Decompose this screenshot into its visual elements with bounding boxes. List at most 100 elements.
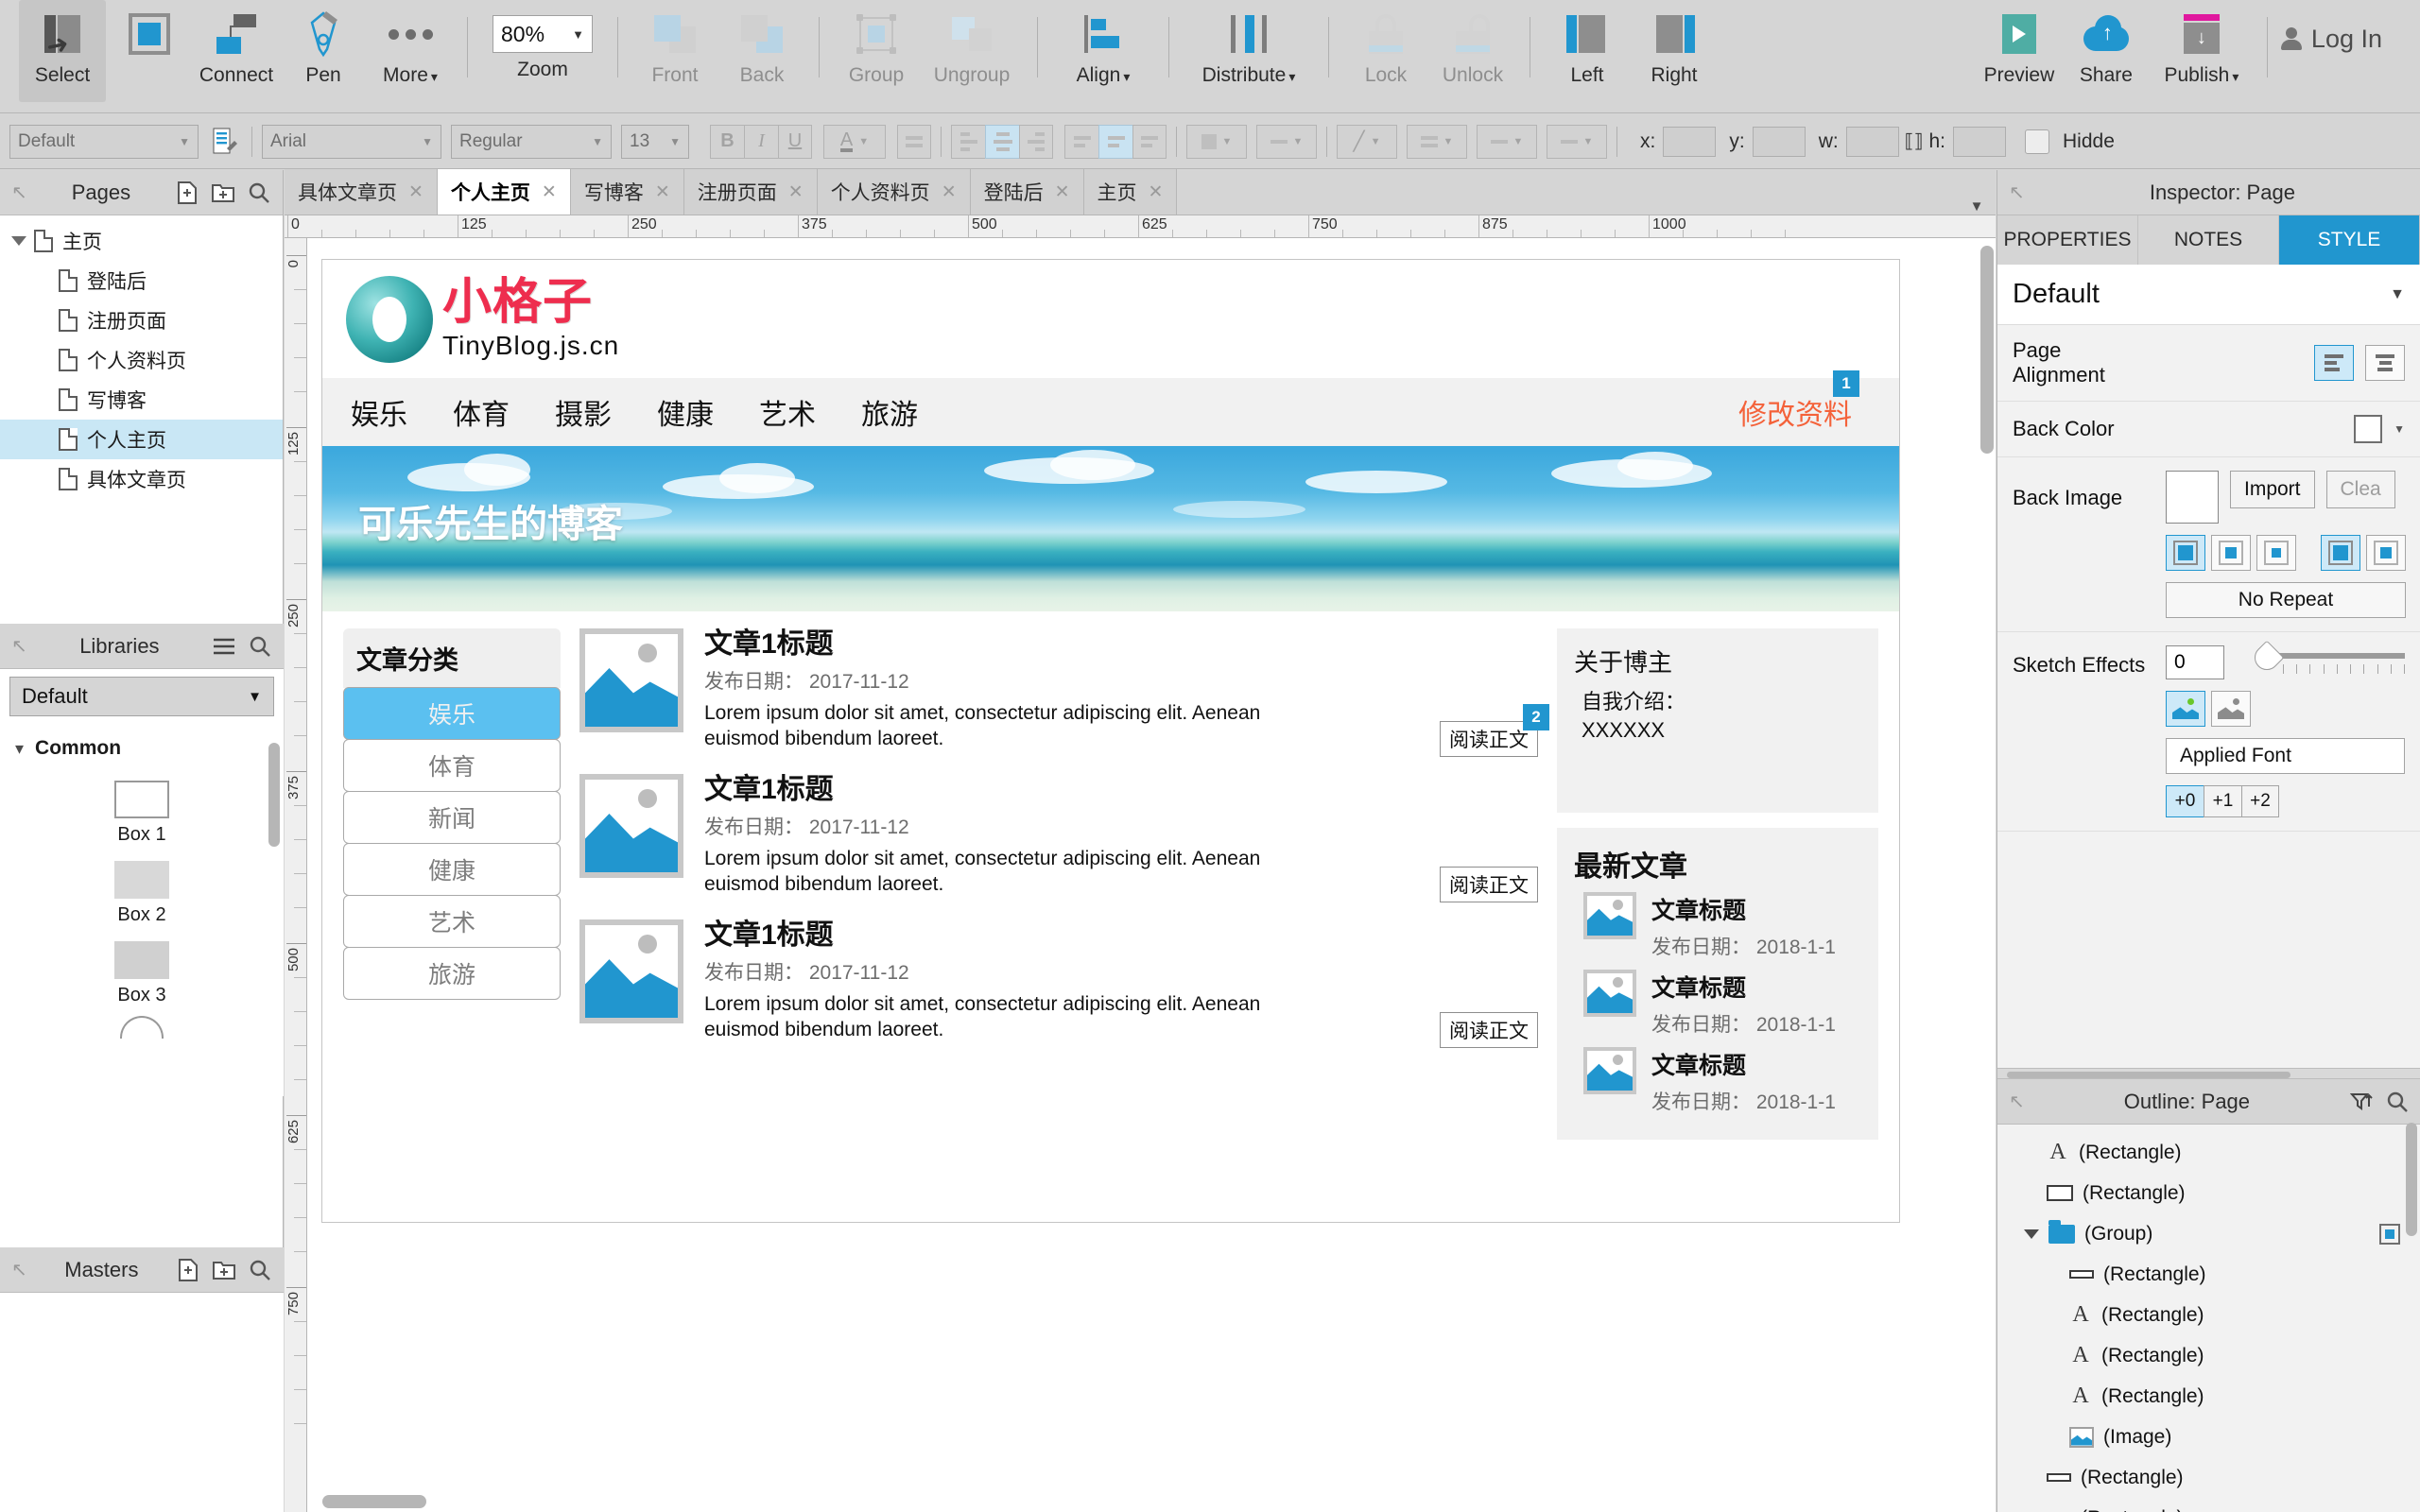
tool-share[interactable]: ↑ Share: [2063, 0, 2150, 102]
collapse-icon[interactable]: ↖: [11, 1258, 27, 1281]
import-button[interactable]: Import: [2230, 471, 2315, 508]
read-more-button[interactable]: 阅读正文: [1440, 1012, 1538, 1049]
document-tab[interactable]: 个人主页 ✕: [437, 169, 571, 215]
library-item[interactable]: Box 2: [0, 861, 284, 926]
library-item[interactable]: Box 3: [0, 941, 284, 1006]
outline-row[interactable]: A (Rectangle): [1997, 1376, 2420, 1417]
search-icon[interactable]: [248, 1258, 272, 1282]
tool-frame-select[interactable]: [106, 0, 193, 102]
collapse-icon[interactable]: ↖: [2009, 180, 2025, 204]
document-tab[interactable]: 注册页面 ✕: [683, 169, 818, 215]
add-master-icon[interactable]: [176, 1258, 200, 1282]
add-page-icon[interactable]: [175, 180, 199, 205]
nav-item[interactable]: 体育: [453, 391, 510, 433]
clear-button[interactable]: Clea: [2325, 471, 2395, 508]
category-item[interactable]: 娱乐: [343, 687, 561, 740]
collapse-icon[interactable]: ↖: [11, 180, 27, 204]
tool-distribute[interactable]: Distribute ▾: [1183, 0, 1315, 102]
tool-select[interactable]: ➜ Select: [19, 0, 106, 102]
tool-preview[interactable]: Preview: [1976, 0, 2063, 102]
document-tab[interactable]: 个人资料页 ✕: [817, 169, 971, 215]
document-tab[interactable]: 写博客 ✕: [570, 169, 684, 215]
arrow-style-button[interactable]: ▼: [1547, 124, 1607, 159]
line-weight-button[interactable]: ▼: [1407, 124, 1467, 159]
add-master-folder-icon[interactable]: [212, 1258, 236, 1282]
bg-fit-2[interactable]: [2366, 535, 2406, 571]
font-family-dropdown[interactable]: Arial ▼: [262, 124, 441, 159]
outline-row[interactable]: (Group): [1997, 1213, 2420, 1254]
library-scrollbar[interactable]: [268, 743, 280, 847]
font-weight-dropdown[interactable]: Regular ▼: [451, 124, 612, 159]
applied-font-dropdown[interactable]: Applied Font: [2166, 738, 2405, 774]
category-item[interactable]: 体育: [343, 739, 561, 792]
inspector-tab[interactable]: PROPERTIES: [1997, 215, 2138, 265]
sketch-value-input[interactable]: 0: [2166, 645, 2224, 679]
font-step-button[interactable]: +2: [2241, 785, 2279, 817]
border-style-button[interactable]: ▼: [1256, 124, 1317, 159]
read-more-button[interactable]: 阅读正文: [1440, 867, 1538, 903]
library-group-common[interactable]: ▾ Common: [0, 731, 284, 765]
page-tree-item[interactable]: 写博客: [0, 380, 283, 420]
tool-front[interactable]: Front: [631, 0, 718, 102]
category-item[interactable]: 艺术: [343, 895, 561, 948]
menu-icon[interactable]: [212, 634, 236, 659]
outline-row[interactable]: (Image): [1997, 1417, 2420, 1457]
visibility-toggle-icon[interactable]: [2379, 1223, 2400, 1245]
align-left-button[interactable]: [951, 124, 985, 159]
latest-article-item[interactable]: 文章标题 发布日期： 2018-1-1: [1574, 1047, 1861, 1115]
library-item[interactable]: Box 1: [0, 781, 284, 846]
page-tree-item[interactable]: 注册页面: [0, 301, 283, 340]
inspector-tab[interactable]: STYLE: [2279, 215, 2420, 265]
repeat-dropdown[interactable]: No Repeat: [2166, 582, 2406, 618]
bg-position-2[interactable]: [2211, 535, 2251, 571]
document-tab[interactable]: 登陆后 ✕: [970, 169, 1084, 215]
close-icon[interactable]: ✕: [655, 181, 670, 203]
outline-row[interactable]: A (Rectangle): [1997, 1335, 2420, 1376]
x-input[interactable]: [1663, 126, 1717, 157]
zoom-control[interactable]: 80% ▼ Zoom: [481, 0, 604, 102]
expand-triangle-icon[interactable]: [11, 236, 26, 246]
canvas-scrollbar-horizontal[interactable]: [322, 1495, 426, 1508]
page-tree-item[interactable]: 登陆后: [0, 261, 283, 301]
tool-pen[interactable]: Pen: [280, 0, 367, 102]
edit-style-icon[interactable]: [208, 125, 242, 159]
tool-group[interactable]: Group: [833, 0, 920, 102]
align-center-button[interactable]: [985, 124, 1019, 159]
sketch-gray-option[interactable]: [2211, 691, 2251, 727]
bg-fit-1[interactable]: [2321, 535, 2360, 571]
font-color-button[interactable]: A ▼: [823, 124, 886, 159]
tool-unlock[interactable]: Unlock: [1429, 0, 1516, 102]
tool-more[interactable]: More ▾: [367, 0, 454, 102]
tool-panel-right[interactable]: Right: [1631, 0, 1718, 102]
close-icon[interactable]: ✕: [788, 181, 804, 203]
filter-icon[interactable]: [2349, 1090, 2374, 1114]
close-icon[interactable]: ✕: [1055, 181, 1070, 203]
collapse-icon[interactable]: ↖: [11, 634, 27, 658]
outline-row[interactable]: (Rectangle): [1997, 1254, 2420, 1295]
y-input[interactable]: [1752, 126, 1806, 157]
line-dash-button[interactable]: ▼: [1477, 124, 1537, 159]
tool-panel-left[interactable]: Left: [1544, 0, 1631, 102]
canvas-scrollbar-vertical[interactable]: [1980, 246, 1994, 454]
line-color-button[interactable]: ╱ ▼: [1337, 124, 1397, 159]
nav-item[interactable]: 健康: [657, 391, 714, 433]
h-input[interactable]: [1953, 126, 2007, 157]
add-folder-icon[interactable]: [211, 180, 235, 205]
outline-row[interactable]: A (Rectangle): [1997, 1295, 2420, 1335]
bullet-list-button[interactable]: [897, 124, 931, 159]
tool-back[interactable]: Back: [718, 0, 805, 102]
back-color-swatch[interactable]: [2354, 415, 2383, 443]
search-icon[interactable]: [247, 180, 271, 205]
library-dropdown[interactable]: Default ▼: [9, 677, 274, 716]
nav-item[interactable]: 艺术: [759, 391, 816, 433]
hidden-checkbox[interactable]: [2025, 129, 2050, 154]
valign-top-button[interactable]: [1064, 124, 1098, 159]
valign-middle-button[interactable]: [1098, 124, 1132, 159]
page-tree-item[interactable]: 个人主页: [0, 420, 283, 459]
tool-publish[interactable]: ↓ Publish ▾: [2150, 0, 2254, 102]
category-item[interactable]: 健康: [343, 843, 561, 896]
tool-connect[interactable]: Connect: [193, 0, 280, 102]
category-item[interactable]: 新闻: [343, 791, 561, 844]
search-icon[interactable]: [2385, 1090, 2410, 1114]
design-canvas[interactable]: 小格子 TinyBlog.js.cn 娱乐 体育 摄影 健康 艺术 旅游 修改资料 1: [307, 238, 1996, 1512]
